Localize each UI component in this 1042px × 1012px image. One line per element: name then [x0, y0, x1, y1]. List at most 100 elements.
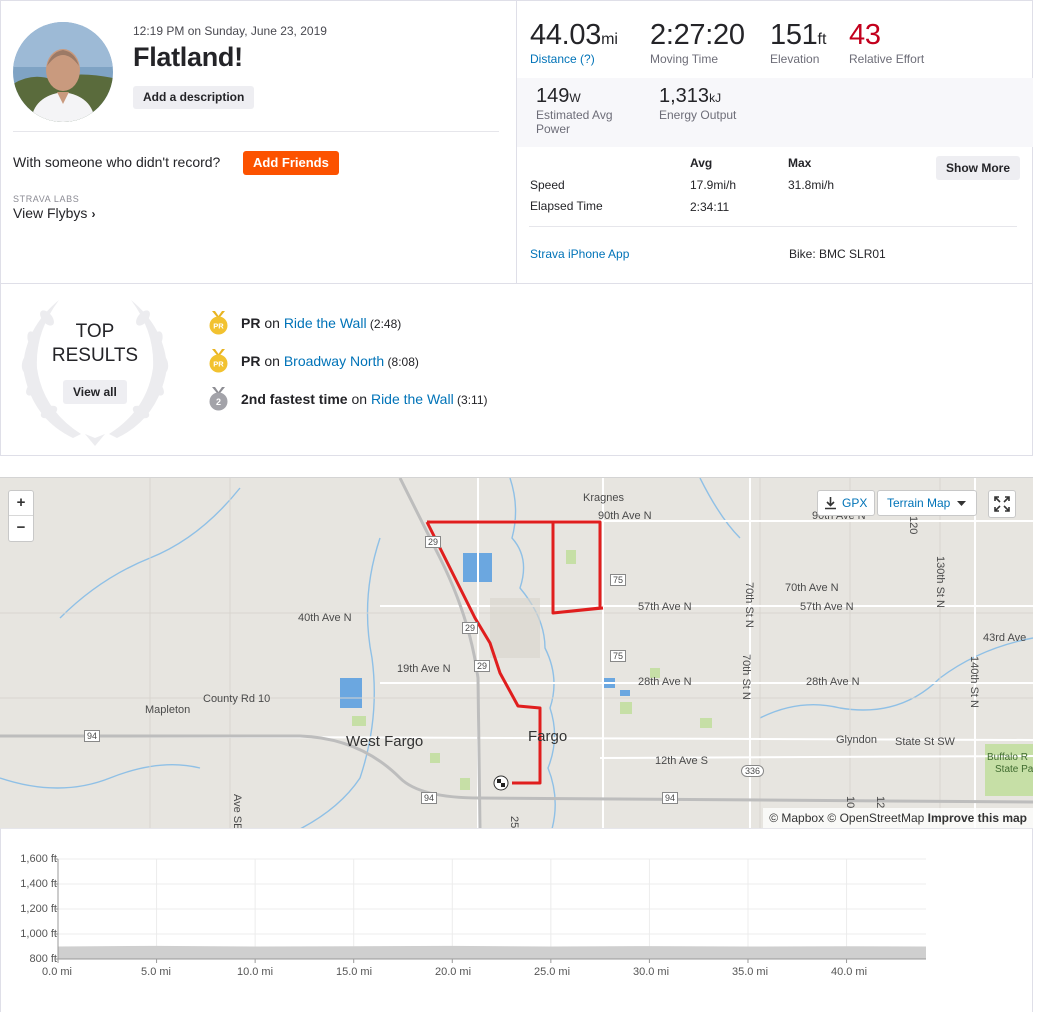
- elevation-label: Elevation: [770, 52, 820, 66]
- speed-avg: 17.9mi/h: [690, 178, 737, 192]
- x-tick-label: 40.0 mi: [830, 966, 868, 978]
- map-label: 12th Ave S: [655, 755, 709, 767]
- map-label: 70th St N: [743, 582, 755, 628]
- energy-unit: kJ: [709, 91, 722, 105]
- finish-flag-icon: [493, 775, 509, 791]
- map-label: 70th St N: [740, 654, 752, 700]
- map-label: Ave SE: [231, 794, 243, 828]
- x-tick-label: 5.0 mi: [141, 966, 171, 978]
- interstate-shield-icon: 29: [462, 622, 479, 634]
- pr-medal-icon: PR: [209, 349, 228, 373]
- expand-icon: [994, 496, 1010, 512]
- interstate-shield-icon: 29: [474, 660, 491, 672]
- route-map[interactable]: Kragnes 90th Ave N 90th Ave N 70th Ave N…: [0, 477, 1033, 828]
- improve-map-link[interactable]: Improve this map: [928, 811, 1027, 825]
- interstate-shield-icon: 94: [421, 792, 438, 804]
- moving-time-value: 2:27:20: [650, 19, 745, 51]
- map-label: Mapleton: [145, 704, 191, 716]
- stat-elevation: 151ft Elevation: [770, 19, 826, 66]
- map-label: 12: [874, 796, 886, 809]
- map-label: 90th Ave N: [598, 510, 652, 522]
- speed-max: 31.8mi/h: [788, 178, 835, 192]
- gpx-label: GPX: [842, 496, 868, 510]
- view-all-results-button[interactable]: View all: [63, 380, 127, 404]
- table-header-max: Max: [788, 156, 812, 170]
- silver-medal-icon: 2: [209, 387, 228, 411]
- strava-labs-label: STRAVA LABS: [13, 194, 80, 204]
- silver-medal-text: 2: [216, 397, 221, 407]
- speed-label: Speed: [530, 178, 565, 192]
- interstate-shield-icon: 94: [662, 792, 679, 804]
- x-tick-label: 0.0 mi: [42, 966, 72, 978]
- view-flybys-label: View Flybys: [13, 205, 88, 221]
- athlete-avatar[interactable]: [13, 22, 113, 122]
- achievement-type: PR: [241, 315, 261, 331]
- map-attribution-text[interactable]: © Mapbox © OpenStreetMap: [769, 811, 924, 825]
- chevron-right-icon: ›: [91, 207, 96, 221]
- elevation-unit: ft: [817, 31, 827, 48]
- x-tick-label: 15.0 mi: [335, 966, 373, 978]
- add-description-button[interactable]: Add a description: [133, 86, 255, 109]
- power-value: 149: [536, 85, 570, 107]
- map-label: 57th Ave N: [638, 601, 692, 613]
- achievement-text: PR on Ride the Wall (2:48): [241, 315, 401, 331]
- power-label-1: Estimated Avg: [536, 108, 613, 122]
- activity-page: 12:19 PM on Sunday, June 23, 2019 Flatla…: [0, 0, 1042, 1012]
- distance-unit: mi: [601, 31, 618, 48]
- zoom-in-button[interactable]: +: [9, 491, 33, 516]
- divider: [529, 226, 1017, 227]
- relative-effort-label: Relative Effort: [849, 52, 925, 66]
- laurel-wreath-icon: [21, 300, 169, 446]
- pr-medal-text: PR: [213, 322, 224, 331]
- elevation-profile[interactable]: 1,600 ft 1,400 ft 1,200 ft 1,000 ft 800 …: [0, 828, 1033, 1012]
- map-label: State Pa: [995, 764, 1033, 775]
- fullscreen-button[interactable]: [988, 490, 1016, 518]
- achievement-on: on: [260, 315, 284, 331]
- activity-header: 12:19 PM on Sunday, June 23, 2019 Flatla…: [1, 1, 516, 283]
- relative-effort-value: 43: [849, 19, 881, 51]
- add-friends-button[interactable]: Add Friends: [243, 151, 339, 175]
- top-results-title-line2: RESULTS: [51, 345, 139, 366]
- segment-time: (8:08): [384, 355, 419, 369]
- x-tick-label: 35.0 mi: [731, 966, 769, 978]
- table-header-avg: Avg: [690, 156, 713, 170]
- elevation-chart: [54, 858, 926, 963]
- distance-value: 44.03: [530, 19, 602, 51]
- pr-medal-text: PR: [213, 360, 224, 369]
- energy-label: Energy Output: [659, 108, 737, 122]
- map-label: Buffalo R: [987, 752, 1028, 763]
- map-type-dropdown[interactable]: Terrain Map: [877, 490, 977, 516]
- map-label: 28th Ave N: [638, 676, 692, 688]
- achievement-type: 2nd fastest time: [241, 391, 348, 407]
- show-more-button[interactable]: Show More: [936, 156, 1021, 180]
- stat-relative-effort[interactable]: 43 Relative Effort: [849, 19, 924, 66]
- segment-link[interactable]: Ride the Wall: [371, 391, 454, 407]
- energy-value: 1,313: [659, 85, 710, 107]
- segment-link[interactable]: Ride the Wall: [284, 315, 367, 331]
- activity-datetime: 12:19 PM on Sunday, June 23, 2019: [133, 24, 327, 38]
- achievement-text: PR on Broadway North (8:08): [241, 353, 419, 369]
- elevation-area: [58, 945, 926, 959]
- map-label: 10: [844, 796, 856, 809]
- map-label: 130th St N: [934, 556, 946, 608]
- achievement-text: 2nd fastest time on Ride the Wall (3:11): [241, 391, 488, 407]
- map-label: Kragnes: [583, 492, 624, 504]
- view-flybys-link[interactable]: View Flybys ›: [13, 205, 95, 221]
- x-tick-label: 10.0 mi: [236, 966, 274, 978]
- stat-distance: 44.03mi Distance (?): [530, 19, 618, 66]
- elapsed-label: Elapsed Time: [530, 199, 603, 213]
- highway-shield-icon: 336: [741, 765, 765, 777]
- divider: [13, 131, 499, 132]
- map-label: 57th Ave N: [800, 601, 854, 613]
- segment-time: (3:11): [453, 393, 488, 407]
- distance-info-link[interactable]: Distance (?): [530, 52, 618, 66]
- activity-title: Flatland!: [133, 42, 243, 72]
- device-link[interactable]: Strava iPhone App: [530, 247, 629, 261]
- map-label: State St SW: [895, 736, 955, 748]
- map-base-layer: [0, 478, 1033, 828]
- zoom-control: + −: [8, 490, 34, 542]
- zoom-out-button[interactable]: −: [9, 516, 33, 541]
- export-gpx-button[interactable]: GPX: [817, 490, 875, 516]
- map-attribution: © Mapbox © OpenStreetMap Improve this ma…: [763, 808, 1033, 828]
- segment-link[interactable]: Broadway North: [284, 353, 384, 369]
